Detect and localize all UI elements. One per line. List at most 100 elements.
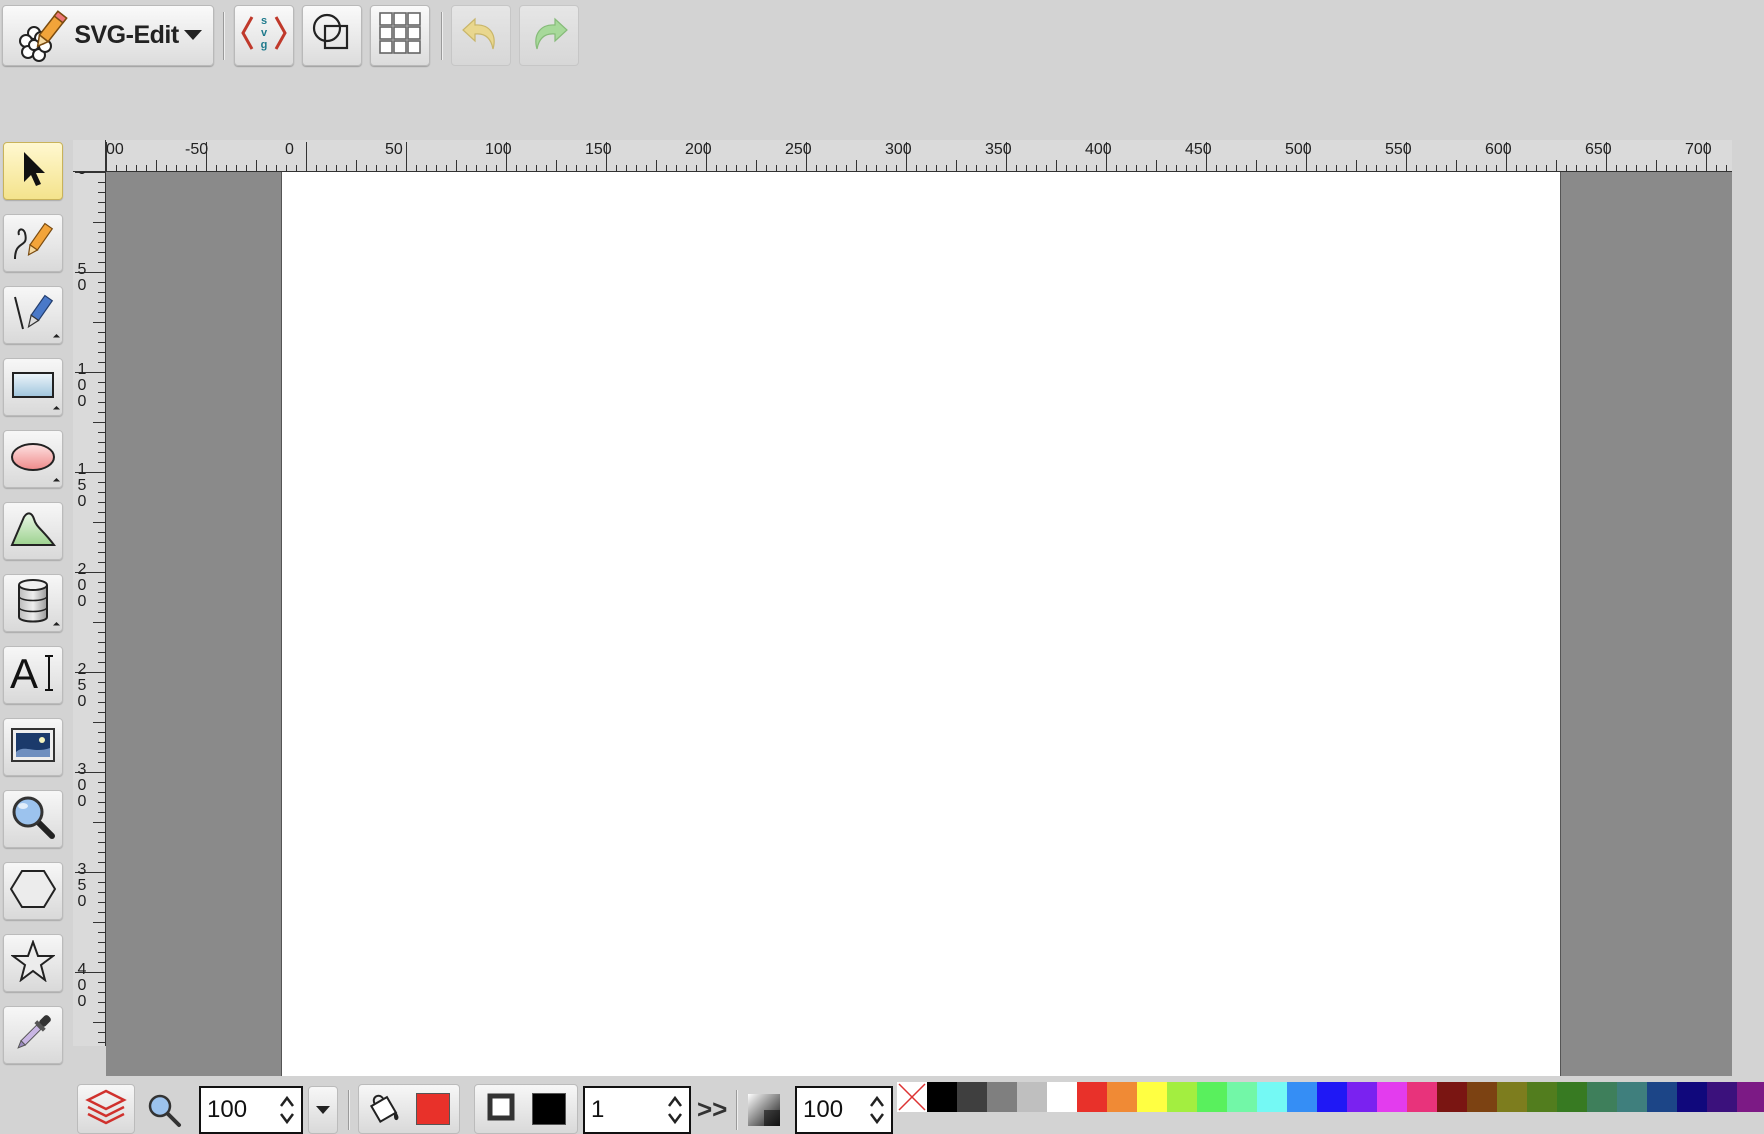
spinner-arrows-icon[interactable] xyxy=(868,1094,886,1126)
palette-swatch[interactable] xyxy=(1137,1082,1167,1112)
palette-swatch[interactable] xyxy=(1617,1082,1647,1112)
palette-swatch[interactable] xyxy=(1287,1082,1317,1112)
palette-swatch[interactable] xyxy=(1407,1082,1437,1112)
more-stroke-options[interactable]: >> xyxy=(697,1094,727,1125)
palette-swatch[interactable] xyxy=(1497,1082,1527,1112)
drawing-canvas[interactable] xyxy=(281,172,1561,1076)
stroke-square-icon xyxy=(486,1092,516,1127)
stroke-width-value: 1 xyxy=(591,1096,605,1123)
svg-text:s: s xyxy=(261,15,267,27)
rect-tool[interactable] xyxy=(3,358,63,416)
svg-edit-logo-icon xyxy=(14,9,68,63)
toolbar-separator xyxy=(223,12,225,60)
pen-icon xyxy=(11,291,55,340)
palette-swatch[interactable] xyxy=(957,1082,987,1112)
hexagon-icon xyxy=(9,869,57,914)
stroke-width-input[interactable]: 1 xyxy=(583,1086,691,1134)
zoom-value: 100 xyxy=(207,1096,248,1123)
text-icon: A xyxy=(9,650,57,701)
spinner-arrows-icon[interactable] xyxy=(666,1094,684,1126)
layers-icon xyxy=(84,1085,128,1134)
image-icon xyxy=(11,727,55,767)
palette-swatch[interactable] xyxy=(1347,1082,1377,1112)
stroke-color-button[interactable] xyxy=(474,1084,578,1134)
palette-swatch[interactable] xyxy=(1107,1082,1137,1112)
select-tool[interactable] xyxy=(3,142,63,200)
ruler-label: 450 xyxy=(1185,141,1212,158)
source-button[interactable]: s v g xyxy=(234,5,294,66)
grid-button[interactable] xyxy=(370,5,430,66)
app-menu-button[interactable]: SVG-Edit xyxy=(2,5,214,66)
fill-color-swatch xyxy=(416,1093,450,1125)
star-tool[interactable] xyxy=(3,934,63,992)
ruler-label: 150 xyxy=(77,461,87,510)
palette-swatch[interactable] xyxy=(1077,1082,1107,1112)
image-tool[interactable] xyxy=(3,718,63,776)
ruler-label: 150 xyxy=(585,141,612,158)
palette-swatch[interactable] xyxy=(1737,1082,1764,1112)
grid-icon xyxy=(378,11,422,60)
opacity-input[interactable]: 100 xyxy=(795,1086,893,1134)
zoom-tool[interactable] xyxy=(3,790,63,848)
wireframe-icon xyxy=(308,9,356,62)
palette-swatch[interactable] xyxy=(1317,1082,1347,1112)
workarea[interactable] xyxy=(106,172,1732,1076)
palette-swatch[interactable] xyxy=(1257,1082,1287,1112)
freehand-tool[interactable] xyxy=(3,214,63,272)
palette-swatch[interactable] xyxy=(1707,1082,1737,1112)
redo-icon xyxy=(527,11,571,60)
palette-swatch[interactable] xyxy=(1467,1082,1497,1112)
top-toolbar: SVG-Edit s v g xyxy=(0,0,1764,139)
palette-swatch[interactable] xyxy=(1197,1082,1227,1112)
svg-text:A: A xyxy=(10,650,38,696)
opacity-icon xyxy=(746,1092,782,1133)
palette-swatch[interactable] xyxy=(1167,1082,1197,1112)
flyout-arrow-icon xyxy=(52,333,61,342)
no-color-swatch[interactable] xyxy=(897,1082,927,1112)
path-tool[interactable] xyxy=(3,286,63,344)
ruler-label: 0 xyxy=(76,172,88,178)
spinner-arrows-icon[interactable] xyxy=(278,1094,296,1126)
cylinder-icon xyxy=(16,578,50,629)
palette-swatch[interactable] xyxy=(1377,1082,1407,1112)
ruler-label: 400 xyxy=(1085,141,1112,158)
palette-swatch[interactable] xyxy=(1647,1082,1677,1112)
ruler-label: 500 xyxy=(1285,141,1312,158)
wireframe-button[interactable] xyxy=(302,5,362,66)
flyout-arrow-icon xyxy=(52,477,61,486)
ellipse-icon xyxy=(10,441,56,478)
palette-swatch[interactable] xyxy=(987,1082,1017,1112)
shapelib-tool[interactable] xyxy=(3,502,63,560)
zoom-dropdown-button[interactable] xyxy=(308,1086,338,1134)
undo-button[interactable] xyxy=(451,5,511,66)
eyedropper-tool[interactable] xyxy=(3,1006,63,1064)
app-menu-label: SVG-Edit xyxy=(74,21,179,49)
vertical-ruler: 0 50 100 150 200 250 300 350 400 xyxy=(73,172,106,1046)
opacity-value: 100 xyxy=(803,1096,844,1123)
ruler-label: 300 xyxy=(885,141,912,158)
fill-color-button[interactable] xyxy=(358,1084,460,1134)
layers-button[interactable] xyxy=(77,1084,135,1134)
text-tool[interactable]: A xyxy=(3,646,63,704)
palette-swatch[interactable] xyxy=(927,1082,957,1112)
pencil-icon xyxy=(11,219,55,268)
palette-swatch[interactable] xyxy=(1587,1082,1617,1112)
palette-swatch[interactable] xyxy=(1527,1082,1557,1112)
palette-swatch[interactable] xyxy=(1017,1082,1047,1112)
ruler-label: 0 xyxy=(285,141,294,158)
ruler-label: 200 xyxy=(77,561,87,610)
zoom-input[interactable]: 100 xyxy=(199,1086,303,1134)
palette-swatch[interactable] xyxy=(1437,1082,1467,1112)
palette-swatch[interactable] xyxy=(1227,1082,1257,1112)
palette-swatch[interactable] xyxy=(1557,1082,1587,1112)
ruler-label: 250 xyxy=(785,141,812,158)
redo-button[interactable] xyxy=(519,5,579,66)
ruler-label: 200 xyxy=(685,141,712,158)
cylinder-tool[interactable] xyxy=(3,574,63,632)
ruler-label: 700 xyxy=(1685,141,1712,158)
palette-swatch[interactable] xyxy=(1677,1082,1707,1112)
ellipse-tool[interactable] xyxy=(3,430,63,488)
palette-swatch[interactable] xyxy=(1047,1082,1077,1112)
polygon-tool[interactable] xyxy=(3,862,63,920)
ruler-label: 100 xyxy=(77,361,87,410)
